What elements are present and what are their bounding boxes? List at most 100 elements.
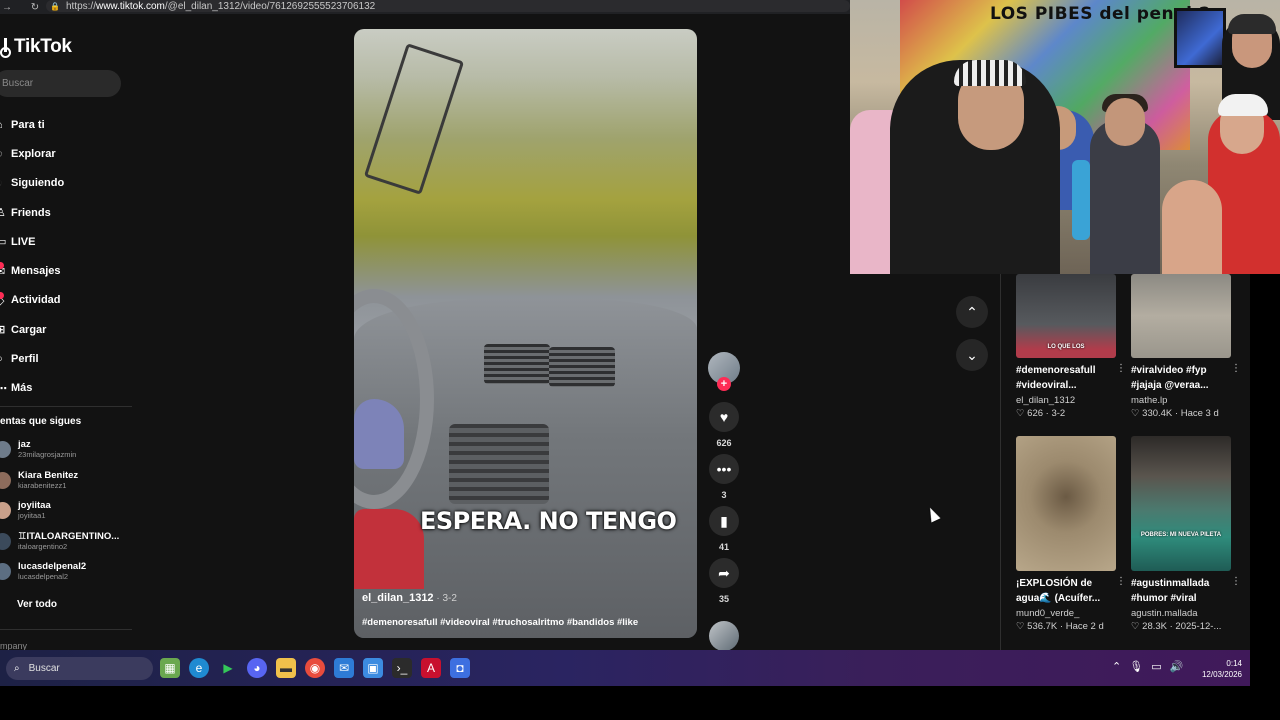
company-link[interactable]: mpany [0, 641, 27, 650]
more-options-icon[interactable]: ⋮ [1231, 576, 1241, 587]
sidebar-item-siguiendo[interactable]: ◐ Siguiendo [0, 169, 135, 198]
webcam-overlay: LOS PIBES del penal 2 [850, 0, 1280, 274]
account-name: ♊ITALOARGENTINO... [18, 530, 120, 542]
video-title-line: #videoviral... [1016, 380, 1077, 391]
sidebar-item-label: Perfil [11, 353, 39, 366]
share-button[interactable]: ➦ [709, 558, 739, 588]
sidebar-item-explorar[interactable]: ◌ Explorar [0, 139, 135, 168]
folder-icon[interactable]: ▬ [276, 658, 296, 678]
video-thumbnail: LO QUE LOS [1016, 274, 1116, 358]
previous-video-button[interactable]: ⌃ [956, 296, 988, 328]
video-frame-wiper [363, 43, 465, 195]
bookmark-icon: ▮ [720, 513, 728, 529]
acrobat-icon[interactable]: A [421, 658, 441, 678]
video-player[interactable]: ESPERA. NO TENGO el_dilan_1312 · 3-2 #de… [354, 29, 697, 638]
avatar [0, 502, 11, 519]
video-frame-vent [484, 344, 550, 384]
sidebar-item-label: Mensajes [11, 265, 61, 278]
widgets-icon[interactable]: ▦ [160, 658, 180, 678]
comment-icon: ••• [716, 461, 732, 477]
account-name: Kiara Benitez [18, 469, 79, 481]
video-title-line: agua🌊 (Acuífer... [1016, 593, 1101, 604]
recommended-video-card[interactable]: POBRES: MI NUEVA PILETA #agustinmallada … [1131, 436, 1241, 634]
recommended-video-card[interactable]: #viralvideo #fyp #jajaja @veraa... ⋮ mat… [1131, 274, 1241, 421]
app-icon[interactable]: ◘ [450, 658, 470, 678]
person-cap [1218, 94, 1268, 116]
like-count: 626 [716, 438, 732, 448]
video-author[interactable]: el_dilan_1312 · 3-2 [362, 592, 457, 604]
url-domain: www.tiktok.com [95, 0, 165, 12]
following-account[interactable]: ♊ITALOARGENTINO... italoargentino2 [0, 530, 135, 561]
following-account[interactable]: Kiara Benitez kiarabenitezz1 [0, 469, 135, 500]
more-options-icon[interactable]: ⋮ [1116, 363, 1126, 374]
sidebar-item-label: Actividad [11, 294, 61, 307]
recommended-video-card[interactable]: ¡EXPLOSIÓN de agua🌊 (Acuífer... ⋮ mund0_… [1016, 436, 1126, 634]
edge-icon[interactable]: e [189, 658, 209, 678]
following-account[interactable]: lucasdelpenal2 lucasdelpenal2 [0, 560, 135, 591]
taskbar-search-label: Buscar [28, 663, 60, 674]
follow-plus-icon[interactable]: + [717, 377, 731, 391]
see-all-link[interactable]: Ver todo [17, 599, 57, 610]
tiktok-logo[interactable]: TikTok [0, 36, 72, 58]
recommended-video-card[interactable]: LO QUE LOS #demenoresafull #videoviral..… [1016, 274, 1126, 421]
account-username: 23milagrosjazmin [18, 450, 77, 459]
video-author[interactable]: mund0_verde_ [1016, 607, 1116, 620]
video-title-line: #agustinmallada [1131, 578, 1210, 589]
recommended-panel: LO QUE LOS #demenoresafull #videoviral..… [1000, 274, 1245, 650]
chevron-up-icon[interactable]: ⌃ [1112, 660, 1121, 673]
sidebar-item-live[interactable]: ▭ LIVE [0, 227, 135, 256]
person-arm [1162, 180, 1222, 274]
next-video-button[interactable]: ⌄ [956, 339, 988, 371]
volume-icon[interactable]: 🔊 [1170, 660, 1184, 673]
clock[interactable]: 0:14 12/03/2026 [1192, 658, 1242, 680]
sidebar-item-mensajes[interactable]: ✉ Mensajes [0, 256, 135, 285]
thermos [1072, 160, 1090, 240]
thumbnail-overlay-text: POBRES: MI NUEVA PILETA [1140, 532, 1222, 538]
video-thumbnail: POBRES: MI NUEVA PILETA [1131, 436, 1231, 571]
wall-tv [1174, 8, 1226, 68]
clock-date: 12/03/2026 [1201, 670, 1242, 679]
network-icon[interactable]: ▭ [1151, 660, 1161, 673]
discord-icon[interactable]: ◕ [247, 658, 267, 678]
following-account[interactable]: joyiitaa joyiitaa1 [0, 499, 135, 530]
like-button[interactable]: ♥ [709, 402, 739, 432]
more-options-icon[interactable]: ⋮ [1116, 576, 1126, 587]
address-bar[interactable]: 🔒 https://www.tiktok.com/@el_dilan_1312/… [46, 0, 850, 12]
taskbar-search[interactable]: ⌕ Buscar [6, 657, 153, 680]
following-icon: ◐ [0, 177, 11, 189]
store-icon[interactable]: ▣ [363, 658, 383, 678]
video-author[interactable]: agustin.mallada [1131, 607, 1231, 620]
more-icon: ⋯ [0, 382, 7, 395]
video-author[interactable]: el_dilan_1312 [1016, 394, 1116, 407]
video-hashtags[interactable]: #demenoresafull #videoviral #truchosalri… [362, 617, 638, 628]
sidebar-item-actividad[interactable]: ◇ Actividad [0, 286, 135, 315]
mail-icon[interactable]: ✉ [334, 658, 354, 678]
terminal-icon[interactable]: ›_ [392, 658, 412, 678]
following-account[interactable]: jaz 23milagrosjazmin [0, 438, 135, 469]
sidebar-item-cargar[interactable]: ⊞ Cargar [0, 315, 135, 344]
play-icon[interactable]: ▶ [218, 658, 238, 678]
sidebar-item-friends[interactable]: ♙ Friends [0, 198, 135, 227]
sidebar-item-label: Explorar [11, 147, 56, 160]
lock-icon: 🔒 [50, 1, 60, 11]
save-button[interactable]: ▮ [709, 506, 739, 536]
more-options-icon[interactable]: ⋮ [1231, 363, 1241, 374]
sidebar-item-para-ti[interactable]: ⌂ Para ti [0, 110, 135, 139]
person-head [1105, 98, 1145, 146]
reload-icon[interactable]: ↻ [28, 2, 42, 13]
music-avatar[interactable] [709, 621, 739, 651]
sidebar-item-perfil[interactable]: ○ Perfil [0, 344, 135, 373]
sidebar-item-mas[interactable]: ⋯ Más [0, 374, 135, 403]
video-title-line: ¡EXPLOSIÓN de [1016, 578, 1093, 589]
microphone-icon[interactable]: 🎙 [1129, 660, 1143, 673]
person-cap [954, 60, 1026, 86]
comment-button[interactable]: ••• [709, 454, 739, 484]
forward-icon[interactable]: → [0, 2, 14, 13]
heart-icon: ♥ [719, 409, 729, 425]
search-input[interactable]: Buscar [0, 70, 121, 97]
video-caption: ESPERA. NO TENGO [420, 507, 677, 535]
video-author[interactable]: mathe.lp [1131, 394, 1231, 407]
account-username: kiarabenitezz1 [18, 480, 67, 490]
chrome-icon[interactable]: ◉ [305, 658, 325, 678]
divider [0, 629, 132, 630]
